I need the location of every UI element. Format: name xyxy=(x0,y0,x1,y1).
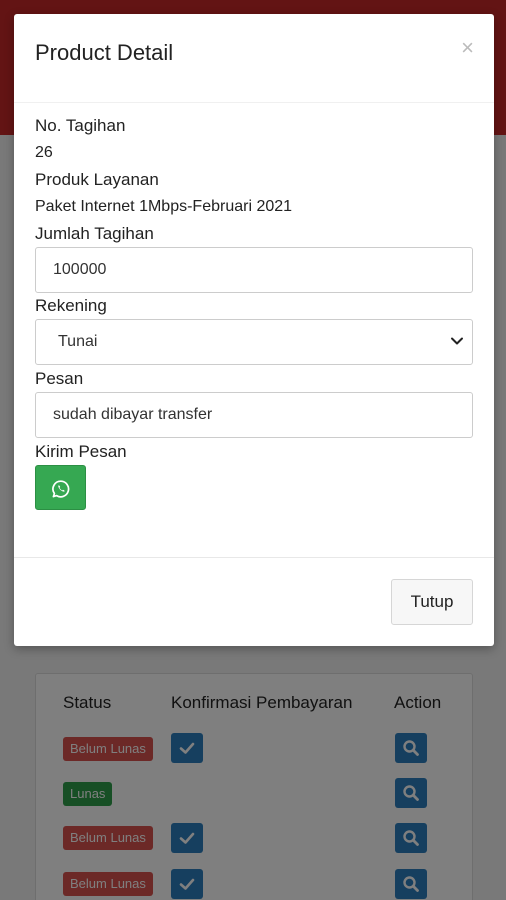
produk-layanan-value: Paket Internet 1Mbps-Februari 2021 xyxy=(35,198,293,215)
header-divider xyxy=(14,102,494,103)
product-detail-modal: Product Detail × No. Tagihan 26 Produk L… xyxy=(14,14,494,646)
close-button[interactable]: Tutup xyxy=(391,579,473,625)
produk-layanan-label: Produk Layanan xyxy=(35,170,159,189)
pesan-field[interactable]: sudah dibayar transfer xyxy=(35,392,473,438)
modal-title: Product Detail xyxy=(35,40,174,65)
jumlah-tagihan-value: 100000 xyxy=(53,261,107,278)
footer-divider xyxy=(14,557,494,558)
jumlah-tagihan-label: Jumlah Tagihan xyxy=(35,224,154,243)
jumlah-tagihan-field[interactable]: 100000 xyxy=(35,247,473,293)
pesan-value: sudah dibayar transfer xyxy=(53,406,213,423)
no-tagihan-value: 26 xyxy=(35,144,53,161)
chevron-down-icon xyxy=(451,337,463,345)
rekening-selected-value: Tunai xyxy=(58,333,98,350)
close-icon[interactable]: × xyxy=(461,37,474,59)
rekening-label: Rekening xyxy=(35,296,107,315)
rekening-select[interactable]: Tunai xyxy=(35,319,473,365)
no-tagihan-label: No. Tagihan xyxy=(35,116,126,135)
kirim-pesan-label: Kirim Pesan xyxy=(35,442,127,461)
whatsapp-send-button[interactable] xyxy=(35,465,86,510)
pesan-label: Pesan xyxy=(35,369,84,388)
whatsapp-icon xyxy=(52,480,70,498)
